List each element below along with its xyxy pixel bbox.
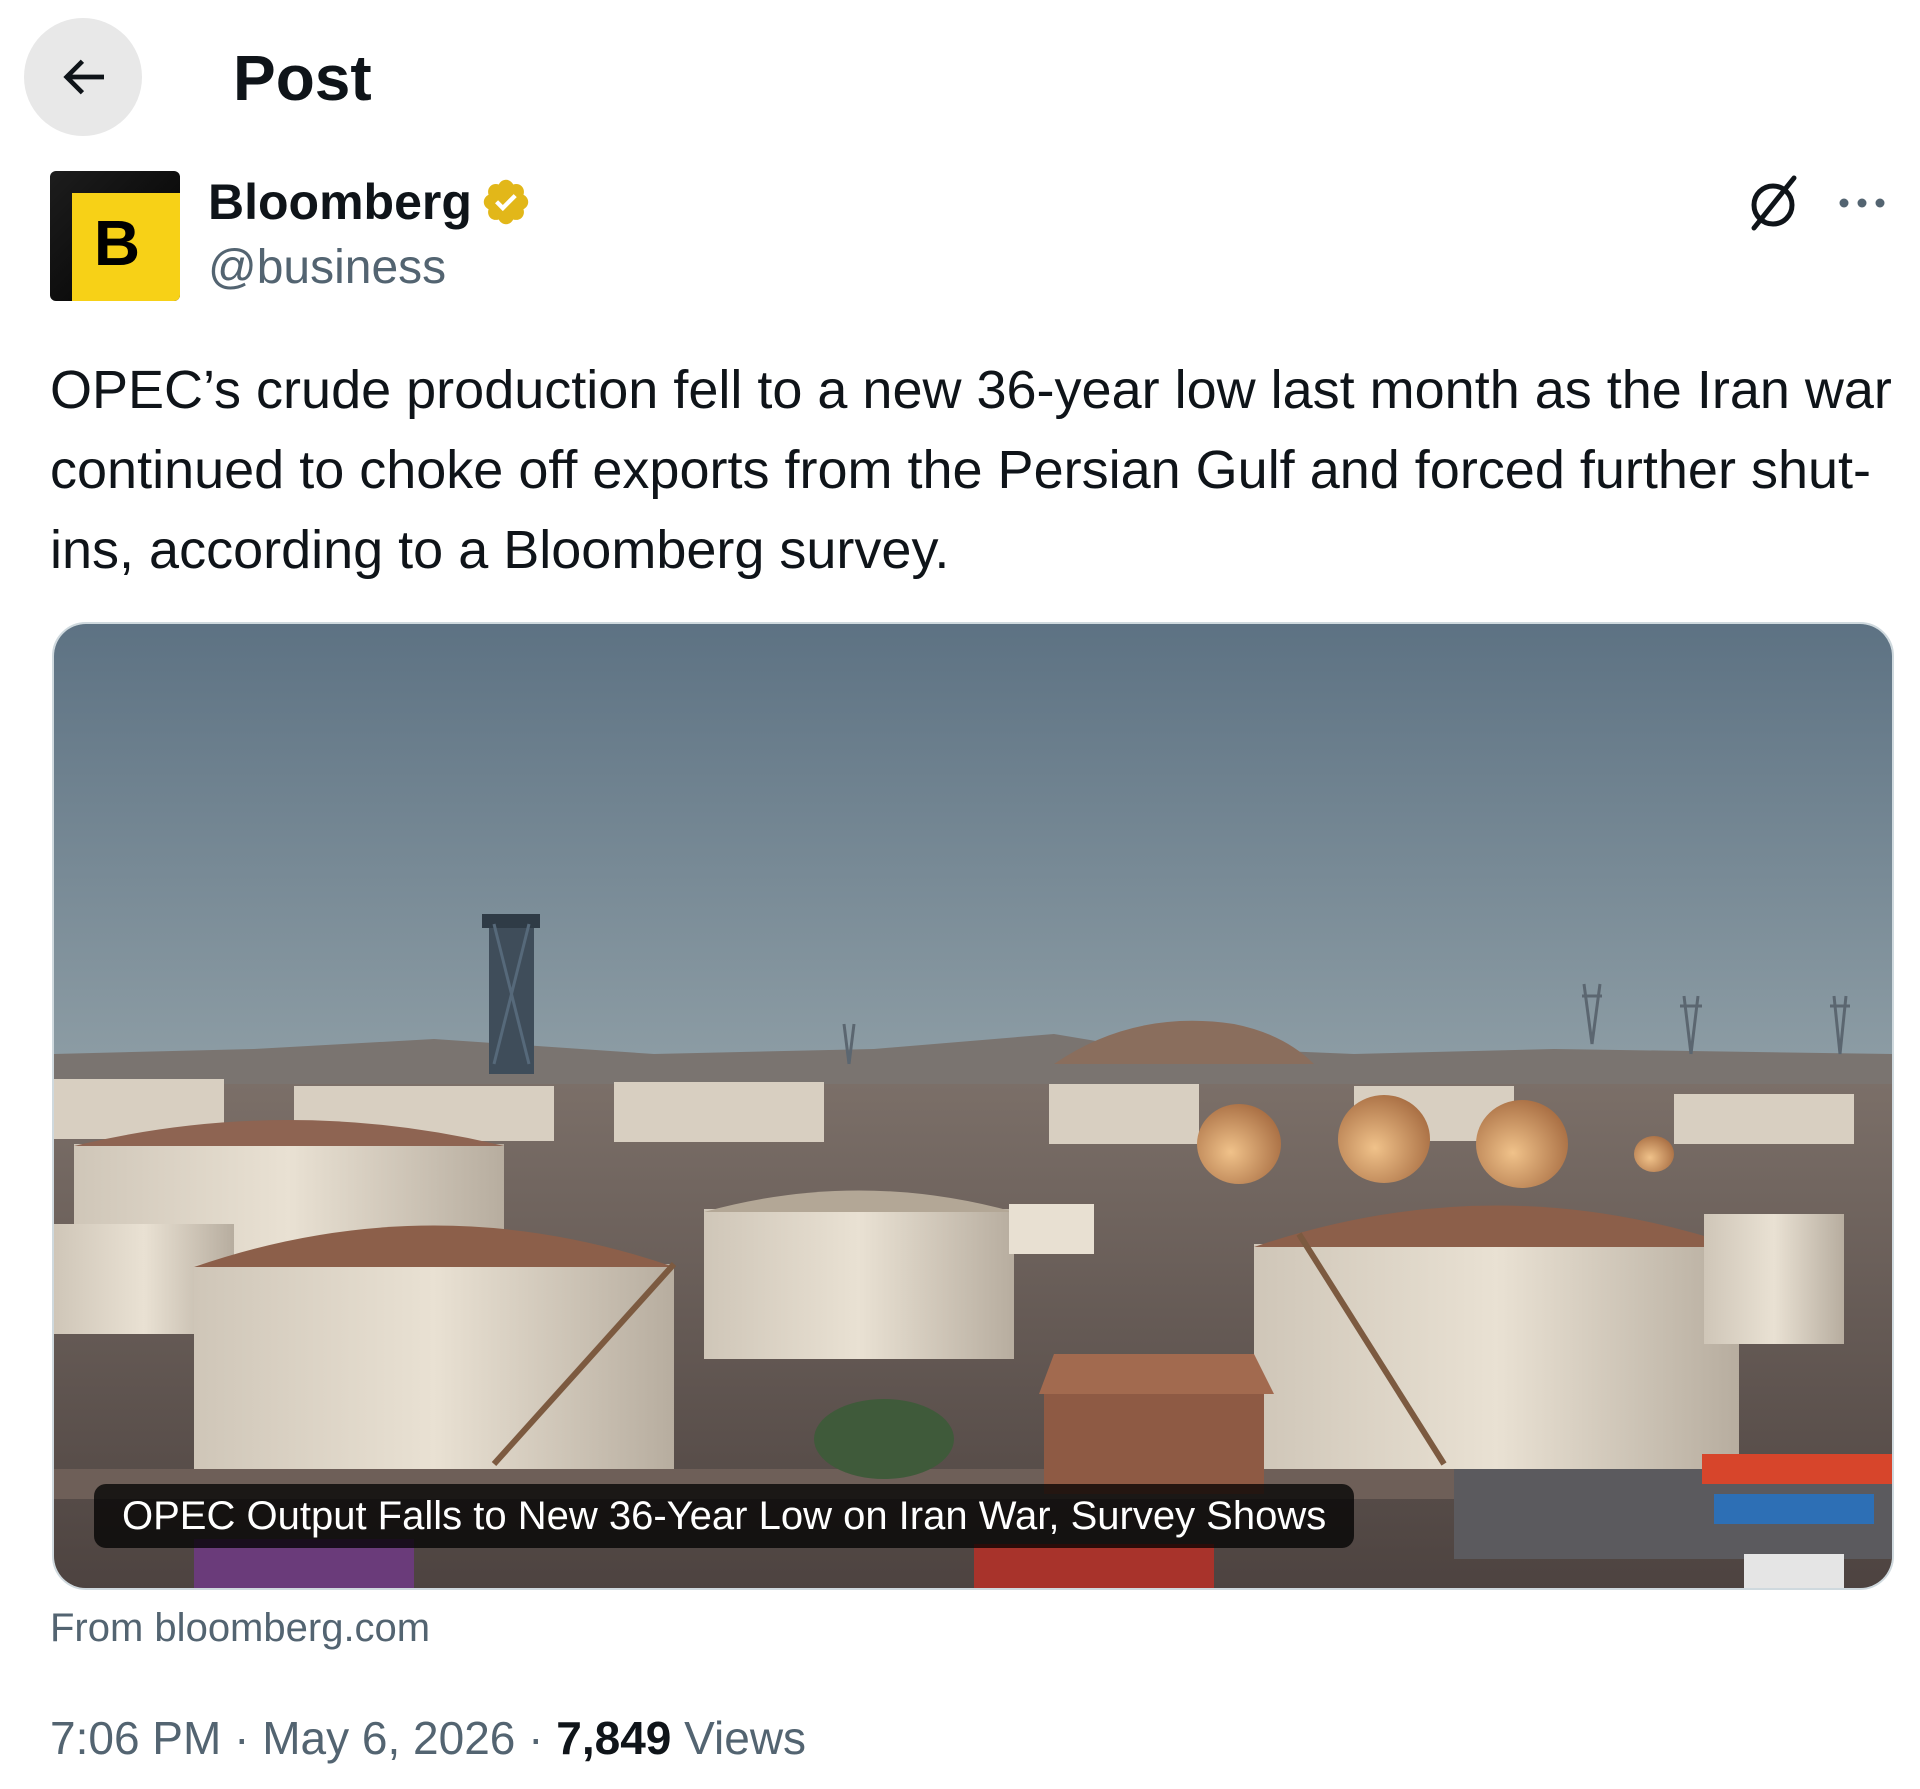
page-title: Post	[233, 42, 372, 114]
author-name[interactable]: Bloomberg	[208, 170, 472, 234]
post-meta: 7:06 PM · May 6, 2026 · 7,849 Views	[50, 1706, 806, 1770]
grok-icon[interactable]	[1740, 170, 1806, 236]
post-date[interactable]: May 6, 2026	[262, 1712, 515, 1764]
post-time[interactable]: 7:06 PM	[50, 1712, 221, 1764]
arrow-left-icon	[63, 59, 104, 95]
avatar-letter: B	[93, 207, 141, 279]
views-count: 7,849	[556, 1712, 672, 1764]
post-header: Post	[0, 0, 1920, 150]
author-handle[interactable]: @business	[208, 236, 446, 300]
verified-badge-icon[interactable]	[480, 176, 532, 228]
link-card[interactable]: OPEC Output Falls to New 36-Year Low on …	[52, 622, 1894, 1590]
avatar-logo: B	[72, 193, 180, 301]
card-photo	[54, 624, 1892, 1588]
card-headline: OPEC Output Falls to New 36-Year Low on …	[94, 1484, 1355, 1548]
more-options-icon[interactable]	[1834, 180, 1890, 226]
post-text: OPEC’s crude production fell to a new 36…	[50, 360, 1892, 580]
meta-separator: ·	[528, 1712, 544, 1764]
card-source-link[interactable]: From bloomberg.com	[50, 1600, 430, 1656]
back-button[interactable]	[24, 18, 142, 136]
meta-separator: ·	[234, 1712, 250, 1764]
views-label: Views	[684, 1712, 807, 1764]
avatar[interactable]: B	[50, 171, 180, 301]
author-name-row: Bloomberg	[208, 170, 532, 234]
